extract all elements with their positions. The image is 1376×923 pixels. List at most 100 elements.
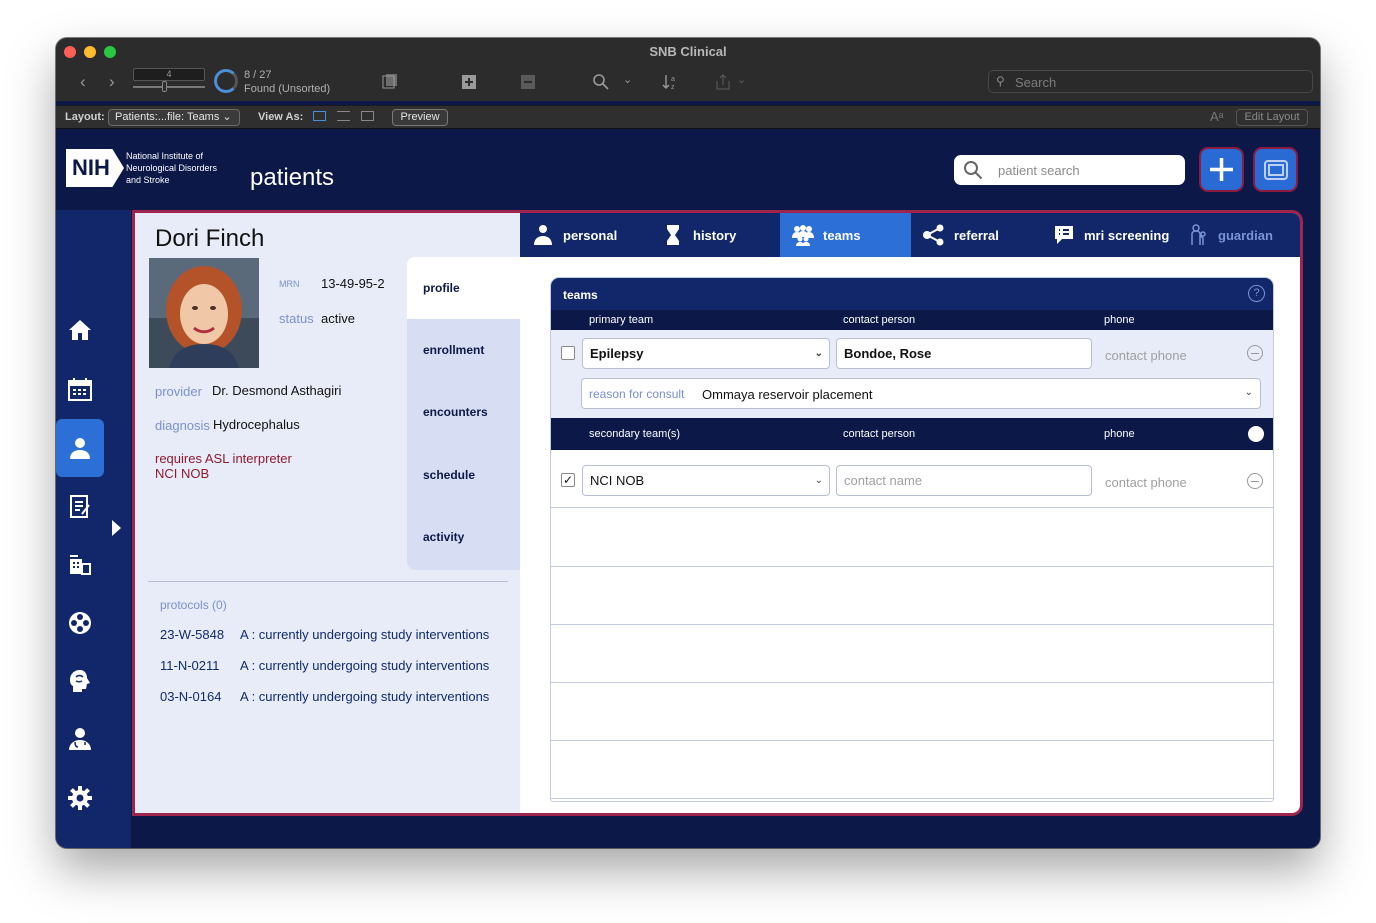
share-export-icon[interactable] bbox=[714, 73, 732, 91]
status-label: status bbox=[279, 311, 314, 326]
doctor-icon bbox=[534, 225, 552, 245]
print-button[interactable] bbox=[1253, 147, 1298, 192]
table-view-icon[interactable] bbox=[361, 111, 374, 121]
tab-referral[interactable]: referral bbox=[911, 213, 1041, 257]
sidebar-item-patients[interactable] bbox=[56, 419, 104, 477]
form-view-icon[interactable] bbox=[313, 111, 326, 121]
tab-mri-screening[interactable]: mri screening bbox=[1041, 213, 1175, 257]
subnav-item-encounters[interactable]: encounters bbox=[407, 381, 520, 443]
sidebar-nav bbox=[56, 210, 131, 848]
record-navigator[interactable]: 4 bbox=[133, 68, 205, 94]
profile-subnav: profile enrollment encounters schedule a… bbox=[407, 257, 520, 570]
subnav-item-profile[interactable]: profile bbox=[407, 257, 520, 319]
home-icon bbox=[69, 320, 91, 340]
patient-search-input[interactable]: patient search bbox=[954, 155, 1185, 185]
new-record-icon[interactable] bbox=[461, 74, 477, 90]
expand-sidebar-arrow-icon[interactable] bbox=[112, 520, 121, 536]
primary-contact-field[interactable]: Bondoe, Rose bbox=[836, 338, 1092, 369]
status-value: active bbox=[321, 311, 355, 326]
column-header: phone bbox=[1104, 428, 1135, 440]
teams-panel: teams ? primary team contact person phon… bbox=[550, 277, 1274, 802]
calendar-icon bbox=[68, 378, 92, 401]
sidebar-item-settings[interactable] bbox=[56, 769, 104, 827]
subnav-item-activity[interactable]: activity bbox=[407, 506, 520, 568]
back-arrow-icon[interactable]: ‹ bbox=[80, 73, 86, 90]
primary-team-header: primary team contact person phone bbox=[551, 310, 1273, 330]
teams-panel-header: teams ? bbox=[551, 278, 1273, 310]
secondary-team-checkbox[interactable]: ✓ bbox=[561, 473, 575, 487]
edit-layout-button[interactable]: Edit Layout bbox=[1236, 109, 1308, 126]
tab-label: mri screening bbox=[1084, 227, 1170, 243]
patient-panel: Dori Finch MRN 13-49-95-2 status active … bbox=[132, 210, 1303, 816]
brain-head-icon bbox=[70, 670, 90, 692]
tab-label: teams bbox=[823, 227, 861, 243]
show-all-records-icon[interactable] bbox=[381, 73, 399, 91]
layout-select[interactable]: Patients:...file: Teams ⌄ bbox=[108, 109, 240, 126]
subnav-item-enrollment[interactable]: enrollment bbox=[407, 319, 520, 381]
mrn-label: MRN bbox=[279, 279, 300, 289]
quick-find-placeholder: Search bbox=[1015, 75, 1057, 90]
tab-history[interactable]: history bbox=[650, 213, 780, 257]
help-icon[interactable]: ? bbox=[1248, 285, 1265, 302]
guardian-icon bbox=[1191, 224, 1206, 245]
tab-guardian[interactable]: guardian bbox=[1175, 213, 1300, 257]
sidebar-item-media[interactable] bbox=[56, 594, 104, 652]
film-reel-icon bbox=[69, 612, 91, 634]
delete-record-icon[interactable] bbox=[520, 74, 536, 90]
record-slider-knob[interactable] bbox=[162, 81, 167, 92]
patient-search-placeholder: patient search bbox=[998, 163, 1080, 178]
remove-primary-team-icon[interactable] bbox=[1247, 345, 1263, 361]
sidebar-item-calendar[interactable] bbox=[56, 360, 104, 418]
empty-team-row bbox=[551, 567, 1273, 625]
find-icon[interactable] bbox=[592, 73, 610, 91]
text-format-icon[interactable]: Aᵃ bbox=[1210, 109, 1224, 124]
protocol-id[interactable]: 11-N-0211 bbox=[160, 658, 220, 673]
empty-team-row bbox=[551, 741, 1273, 799]
primary-phone-field[interactable]: contact phone bbox=[1105, 348, 1187, 363]
patient-portrait-image bbox=[149, 258, 259, 368]
record-number-field[interactable]: 4 bbox=[133, 68, 205, 81]
list-view-icon[interactable] bbox=[337, 111, 350, 121]
sidebar-item-home[interactable] bbox=[56, 301, 104, 359]
gear-icon bbox=[68, 786, 92, 810]
chevron-down-icon: ⌄ bbox=[222, 111, 232, 123]
record-slider[interactable] bbox=[133, 86, 205, 88]
institute-name: National Institute of Neurological Disor… bbox=[126, 150, 236, 186]
tab-teams[interactable]: teams bbox=[780, 213, 911, 257]
diagnosis-value: Hydrocephalus bbox=[213, 417, 300, 432]
sidebar-item-notes[interactable] bbox=[56, 477, 104, 535]
sidebar-item-facility[interactable] bbox=[56, 535, 104, 593]
secondary-phone-field[interactable]: contact phone bbox=[1105, 475, 1187, 490]
primary-team-checkbox[interactable] bbox=[561, 346, 575, 360]
subnav-item-schedule[interactable]: schedule bbox=[407, 444, 520, 506]
add-patient-button[interactable] bbox=[1199, 147, 1244, 192]
tab-personal[interactable]: personal bbox=[520, 213, 650, 257]
find-options-chevron-icon[interactable]: ⌄ bbox=[623, 75, 632, 86]
sort-icon[interactable]: az bbox=[662, 73, 680, 91]
preview-button[interactable]: Preview bbox=[392, 109, 448, 126]
app-header: NIH National Institute of Neurological D… bbox=[56, 130, 1320, 210]
secondary-team-select[interactable]: NCI NOB ⌄ bbox=[582, 465, 830, 496]
svg-text:a: a bbox=[671, 76, 675, 83]
empty-team-row bbox=[551, 625, 1273, 683]
empty-team-row bbox=[551, 683, 1273, 741]
primary-team-select[interactable]: Epilepsy ⌄ bbox=[582, 338, 830, 369]
remove-secondary-team-icon[interactable] bbox=[1247, 473, 1263, 489]
quick-find-search[interactable]: ⚲ Search bbox=[988, 70, 1313, 93]
add-secondary-team-icon[interactable]: + bbox=[1248, 426, 1264, 442]
share-chevron-icon[interactable]: ⌄ bbox=[737, 75, 746, 86]
patient-summary: Dori Finch MRN 13-49-95-2 status active … bbox=[135, 213, 520, 813]
protocol-id[interactable]: 03-N-0164 bbox=[160, 689, 221, 704]
layout-label: Layout: bbox=[65, 111, 105, 123]
protocol-id[interactable]: 23-W-5848 bbox=[160, 627, 224, 642]
institute-name-line: National Institute of bbox=[126, 151, 204, 161]
reason-for-consult-select[interactable]: reason for consult Ommaya reservoir plac… bbox=[581, 378, 1261, 409]
sidebar-item-providers[interactable] bbox=[56, 710, 104, 768]
forward-arrow-icon[interactable]: › bbox=[109, 73, 115, 90]
sidebar-item-neurology[interactable] bbox=[56, 652, 104, 710]
found-count: 8 / 27 bbox=[244, 69, 272, 81]
secondary-contact-field[interactable]: contact name bbox=[836, 465, 1092, 496]
column-header: contact person bbox=[843, 428, 916, 440]
nih-logo: NIH bbox=[66, 149, 124, 187]
protocol-status: A : currently undergoing study intervent… bbox=[240, 627, 490, 642]
